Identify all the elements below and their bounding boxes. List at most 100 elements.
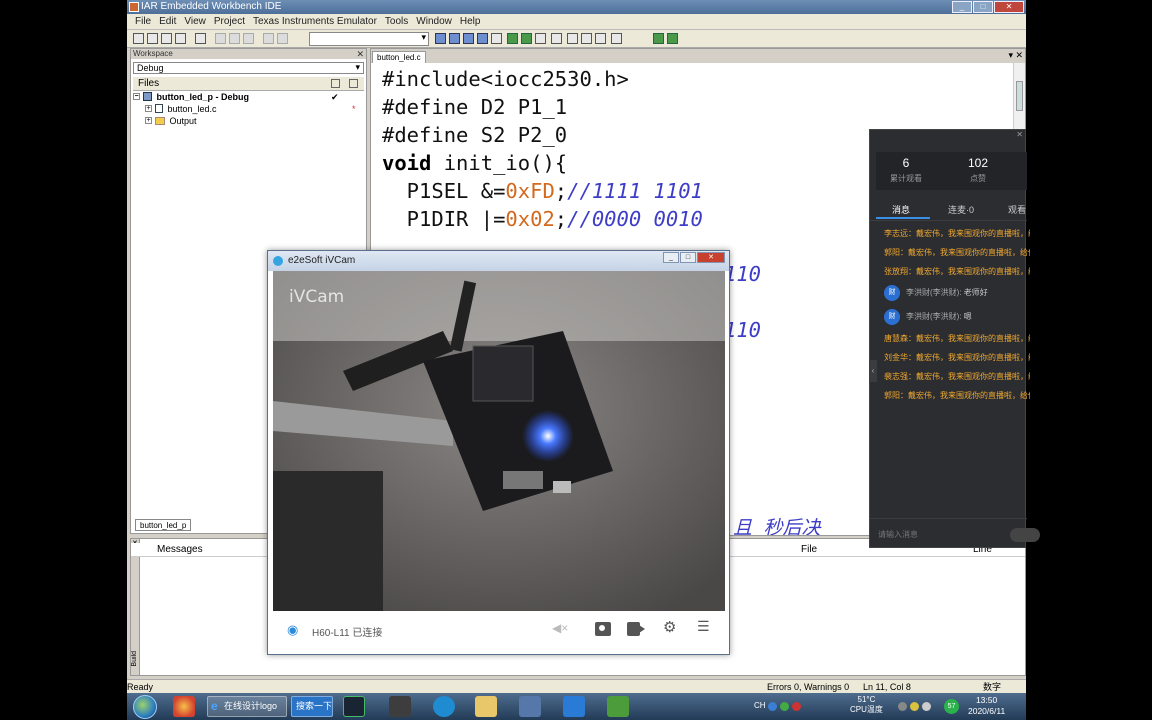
- open-icon[interactable]: [147, 33, 158, 44]
- find-combo[interactable]: [309, 32, 429, 46]
- col-messages[interactable]: Messages: [157, 543, 203, 557]
- menu-file[interactable]: File: [131, 16, 155, 27]
- save-icon[interactable]: [161, 33, 172, 44]
- ivcam-maximize-button[interactable]: □: [680, 252, 696, 263]
- find-prev-icon[interactable]: [463, 33, 474, 44]
- find-icon[interactable]: [435, 33, 446, 44]
- tree-icon[interactable]: [349, 79, 358, 88]
- print-icon[interactable]: [195, 33, 206, 44]
- ivcam-close-button[interactable]: ✕: [697, 252, 725, 263]
- cpu-temp-label: CPU温度: [850, 705, 883, 714]
- chat-message: 刘金华：戴宏伟，我来围观你的直播啦，给你点赞！: [884, 353, 1030, 362]
- menu-project[interactable]: Project: [210, 16, 249, 27]
- tree-output[interactable]: + Output: [131, 115, 366, 127]
- tray-icon[interactable]: [768, 702, 777, 711]
- chat-input[interactable]: 请输入消息: [870, 518, 1040, 548]
- code-area[interactable]: #include<iocc2530.h> #define D2 P1_1 #defi…: [382, 65, 703, 233]
- notification-badge[interactable]: 57: [944, 699, 959, 714]
- chat-app-icon[interactable]: [433, 696, 455, 717]
- undo-icon[interactable]: [263, 33, 274, 44]
- steam-icon[interactable]: [343, 696, 365, 717]
- make-icon[interactable]: [567, 33, 578, 44]
- next-bookmark-icon[interactable]: [507, 33, 518, 44]
- snapshot-icon[interactable]: [595, 622, 611, 636]
- build-tab[interactable]: Build: [131, 651, 138, 667]
- editor-close-icon[interactable]: ▾ ✕: [1008, 50, 1023, 61]
- tree-project[interactable]: − button_led_p - Debug ✔: [131, 91, 366, 103]
- menu-icon[interactable]: ☰: [697, 618, 713, 634]
- menu-edit[interactable]: Edit: [155, 16, 180, 27]
- cpu-temp[interactable]: 51°C CPU温度: [850, 695, 883, 715]
- tab-messages[interactable]: 消息: [892, 203, 910, 216]
- minimize-button[interactable]: _: [952, 1, 972, 13]
- video-app-icon[interactable]: [563, 696, 585, 717]
- game-icon[interactable]: [389, 696, 411, 717]
- tray-icon[interactable]: [780, 702, 789, 711]
- collapse-icon[interactable]: −: [133, 93, 140, 100]
- toggle-breakpoint-icon[interactable]: [611, 33, 622, 44]
- config-select[interactable]: Debug: [133, 62, 364, 74]
- folder-icon[interactable]: [475, 696, 497, 717]
- collapse-arrow-icon[interactable]: ‹: [869, 360, 877, 382]
- editor-tab[interactable]: button_led.c: [372, 51, 426, 63]
- menu-help[interactable]: Help: [456, 16, 485, 27]
- avatar: 财: [884, 309, 900, 325]
- start-button[interactable]: [133, 695, 157, 719]
- taskbar-search[interactable]: 搜索一下: [291, 696, 333, 717]
- iar-icon[interactable]: [607, 696, 629, 717]
- cut-icon[interactable]: [215, 33, 226, 44]
- ivcam-titlebar[interactable]: e2eSoft iVCam _ □ ✕: [268, 251, 729, 271]
- tab-mic[interactable]: 连麦·0: [948, 203, 974, 216]
- ivcam-minimize-button[interactable]: _: [663, 252, 679, 263]
- debug-no-download-icon[interactable]: [667, 33, 678, 44]
- workspace-close-icon[interactable]: ✕: [356, 49, 364, 59]
- record-video-icon[interactable]: [627, 622, 645, 636]
- menu-tools[interactable]: Tools: [381, 16, 412, 27]
- expand-icon[interactable]: +: [145, 105, 152, 112]
- status-ready: Ready: [127, 682, 154, 692]
- clock[interactable]: 13:50 2020/6/11: [968, 695, 1005, 717]
- ime-indicator[interactable]: CH: [754, 701, 766, 710]
- ivcam-title: e2eSoft iVCam: [288, 255, 356, 266]
- close-button[interactable]: ✕: [994, 1, 1024, 13]
- options-icon[interactable]: [331, 79, 340, 88]
- new-file-icon[interactable]: [133, 33, 144, 44]
- goto-icon[interactable]: [477, 33, 488, 44]
- browse-icon[interactable]: [535, 33, 546, 44]
- breakpoint-icon[interactable]: [595, 33, 606, 44]
- workspace-tab[interactable]: button_led_p: [135, 519, 192, 531]
- app-icon-360[interactable]: [173, 696, 195, 717]
- expand-icon[interactable]: +: [145, 117, 152, 124]
- live-close-icon[interactable]: ✕: [1016, 130, 1023, 139]
- tree-file[interactable]: + button_led.c *: [131, 103, 366, 115]
- tray-icon[interactable]: [910, 702, 919, 711]
- tab-viewers[interactable]: 观看: [1008, 203, 1026, 216]
- tray-icon[interactable]: [792, 702, 801, 711]
- col-file[interactable]: File: [801, 543, 817, 557]
- taskbar-ie[interactable]: 在线设计logo: [207, 696, 287, 717]
- settings-icon[interactable]: ⚙: [663, 618, 679, 636]
- tool-icon[interactable]: [519, 696, 541, 717]
- maximize-button[interactable]: □: [973, 1, 993, 13]
- chat-user-name: 李洪财(李洪财):: [906, 288, 962, 297]
- active-tab-indicator: [876, 217, 930, 219]
- mute-icon[interactable]: ◀×: [552, 621, 568, 635]
- tray-icon[interactable]: [898, 702, 907, 711]
- menu-view[interactable]: View: [180, 16, 210, 27]
- debug-icon[interactable]: [653, 33, 664, 44]
- paste-icon[interactable]: [243, 33, 254, 44]
- compile-icon[interactable]: [551, 33, 562, 44]
- send-button[interactable]: [1010, 528, 1040, 542]
- status-bar: Ready Errors 0, Warnings 0 Ln 11, Col 8 …: [127, 679, 1026, 693]
- stop-build-icon[interactable]: [581, 33, 592, 44]
- find-next-icon[interactable]: [449, 33, 460, 44]
- navigate-icon[interactable]: [521, 33, 532, 44]
- scroll-thumb[interactable]: [1016, 81, 1023, 111]
- save-all-icon[interactable]: [175, 33, 186, 44]
- menu-ti-emulator[interactable]: Texas Instruments Emulator: [249, 16, 381, 27]
- bookmark-icon[interactable]: [491, 33, 502, 44]
- redo-icon[interactable]: [277, 33, 288, 44]
- menu-window[interactable]: Window: [412, 16, 456, 27]
- tray-icon[interactable]: [922, 702, 931, 711]
- copy-icon[interactable]: [229, 33, 240, 44]
